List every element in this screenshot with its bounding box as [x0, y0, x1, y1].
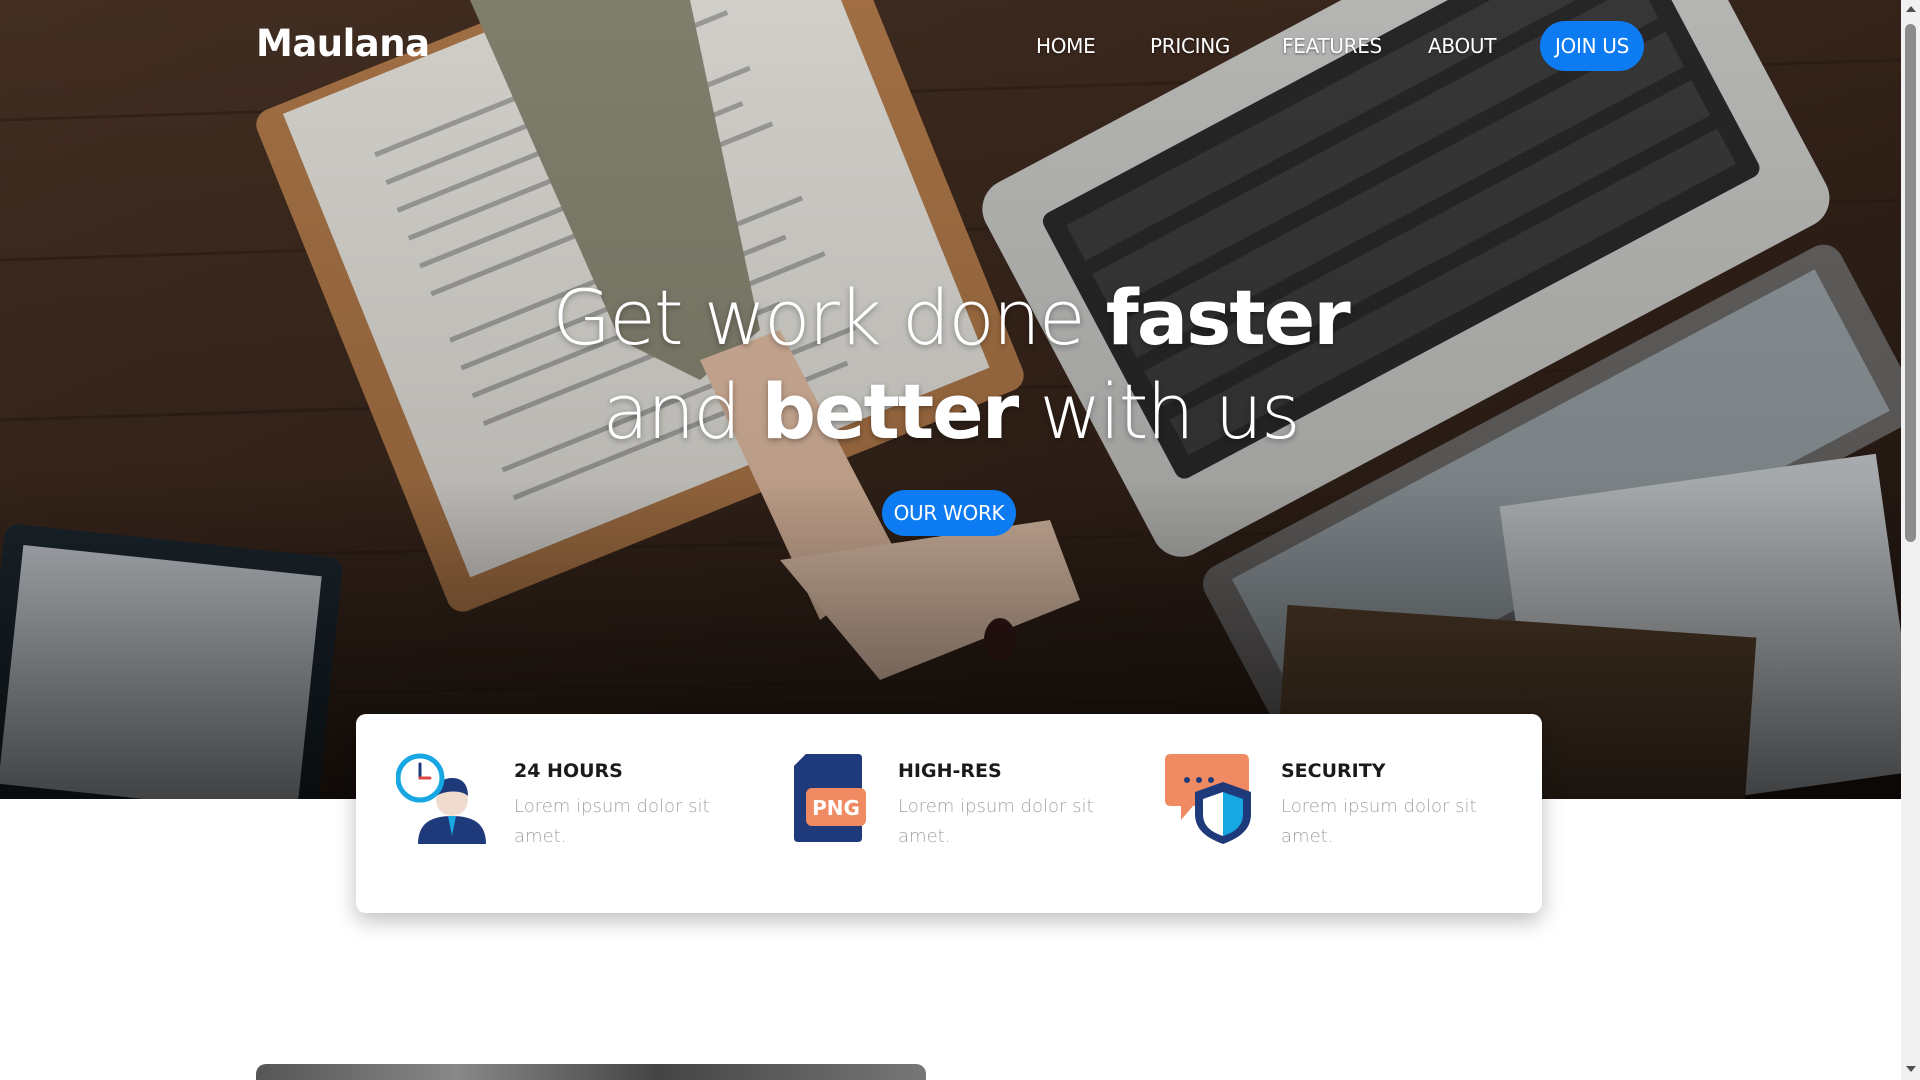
feature-description: Lorem ipsum dolor sit amet.: [514, 796, 710, 847]
scrollbar-thumb[interactable]: [1905, 24, 1916, 542]
feature-title: HIGH-RES: [898, 760, 1002, 782]
feature-title: SECURITY: [1281, 760, 1386, 782]
png-file-icon: PNG: [794, 754, 866, 842]
nav-pricing[interactable]: PRICING: [1150, 34, 1230, 58]
feature-description: Lorem ipsum dolor sit amet.: [898, 796, 1094, 847]
feature-title: 24 HOURS: [514, 760, 623, 782]
scroll-up-arrow-icon[interactable]: [1906, 6, 1916, 12]
features-card: 24 HOURS Lorem ipsum dolor sit amet. PNG…: [356, 714, 1542, 913]
svg-text:PNG: PNG: [812, 796, 860, 820]
feature-high-res: PNG HIGH-RES Lorem ipsum dolor sit amet.: [780, 752, 1140, 862]
headline-text: with us: [1017, 367, 1300, 456]
section-image-preview: [256, 1064, 926, 1080]
feature-security: SECURITY Lorem ipsum dolor sit amet.: [1163, 752, 1523, 862]
brand-logo[interactable]: Maulana: [256, 22, 430, 65]
headline-emphasis-better: better: [761, 367, 1020, 456]
headline-emphasis-faster: faster: [1105, 273, 1351, 362]
nav-about[interactable]: ABOUT: [1428, 34, 1496, 58]
join-us-button[interactable]: JOIN US: [1540, 21, 1644, 71]
headline-text: Get work done: [552, 273, 1106, 362]
feature-24-hours: 24 HOURS Lorem ipsum dolor sit amet.: [396, 752, 756, 862]
shield-chat-icon: [1165, 754, 1251, 844]
page-scrollbar[interactable]: [1901, 0, 1920, 1080]
nav-home[interactable]: HOME: [1036, 34, 1096, 58]
nav-features[interactable]: FEATURES: [1282, 34, 1382, 58]
our-work-button[interactable]: OUR WORK: [882, 490, 1016, 536]
feature-description: Lorem ipsum dolor sit amet.: [1281, 796, 1477, 847]
clock-person-icon: [396, 753, 486, 844]
headline-text: and: [602, 367, 762, 456]
scroll-down-arrow-icon[interactable]: [1906, 1066, 1916, 1072]
hero-headline-line2: and better with us: [0, 366, 1901, 458]
hero-headline-line1: Get work done faster: [0, 272, 1901, 364]
